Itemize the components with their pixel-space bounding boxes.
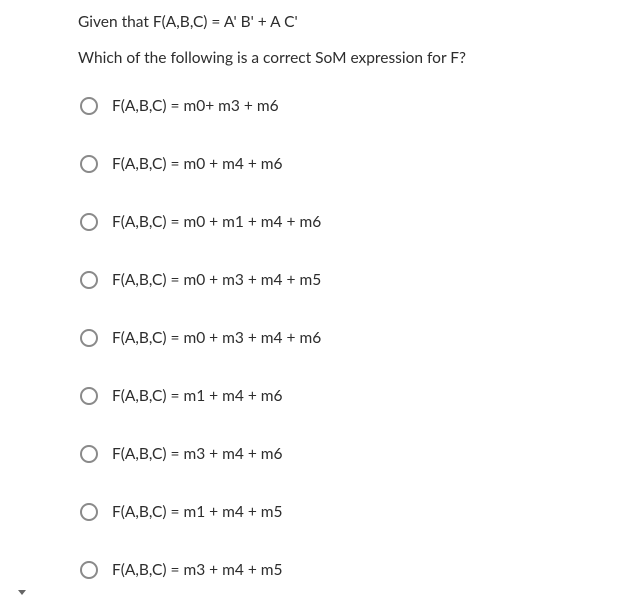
option-label: F(A,B,C) = m0 + m4 + m6: [112, 157, 283, 173]
radio-icon[interactable]: [80, 561, 98, 579]
option-label: F(A,B,C) = m3 + m4 + m6: [112, 447, 283, 463]
option-label: F(A,B,C) = m0+ m3 + m6: [112, 99, 279, 115]
option-8[interactable]: F(A,B,C) = m3 + m4 + m5: [78, 561, 540, 579]
option-label: F(A,B,C) = m1 + m4 + m5: [112, 505, 283, 521]
radio-icon[interactable]: [80, 271, 98, 289]
option-7[interactable]: F(A,B,C) = m1 + m4 + m5: [78, 503, 540, 521]
radio-icon[interactable]: [80, 213, 98, 231]
question-prompt-line2: Which of the following is a correct SoM …: [78, 48, 540, 70]
option-label: F(A,B,C) = m3 + m4 + m5: [112, 563, 283, 579]
scroll-down-icon[interactable]: [18, 590, 26, 595]
option-0[interactable]: F(A,B,C) = m0+ m3 + m6: [78, 97, 540, 115]
radio-icon[interactable]: [80, 155, 98, 173]
options-list: F(A,B,C) = m0+ m3 + m6 F(A,B,C) = m0 + m…: [78, 97, 540, 579]
option-2[interactable]: F(A,B,C) = m0 + m1 + m4 + m6: [78, 213, 540, 231]
option-label: F(A,B,C) = m1 + m4 + m6: [112, 389, 283, 405]
radio-icon[interactable]: [80, 503, 98, 521]
option-5[interactable]: F(A,B,C) = m1 + m4 + m6: [78, 387, 540, 405]
option-1[interactable]: F(A,B,C) = m0 + m4 + m6: [78, 155, 540, 173]
option-label: F(A,B,C) = m0 + m3 + m4 + m6: [112, 331, 321, 347]
option-label: F(A,B,C) = m0 + m1 + m4 + m6: [112, 215, 321, 231]
option-6[interactable]: F(A,B,C) = m3 + m4 + m6: [78, 445, 540, 463]
radio-icon[interactable]: [80, 387, 98, 405]
option-4[interactable]: F(A,B,C) = m0 + m3 + m4 + m6: [78, 329, 540, 347]
question-block: Given that F(A,B,C) = A' B' + A C' Which…: [0, 0, 540, 579]
radio-icon[interactable]: [80, 329, 98, 347]
radio-icon[interactable]: [80, 97, 98, 115]
option-label: F(A,B,C) = m0 + m3 + m4 + m5: [112, 273, 321, 289]
option-3[interactable]: F(A,B,C) = m0 + m3 + m4 + m5: [78, 271, 540, 289]
question-prompt-line1: Given that F(A,B,C) = A' B' + A C': [78, 12, 540, 34]
radio-icon[interactable]: [80, 445, 98, 463]
